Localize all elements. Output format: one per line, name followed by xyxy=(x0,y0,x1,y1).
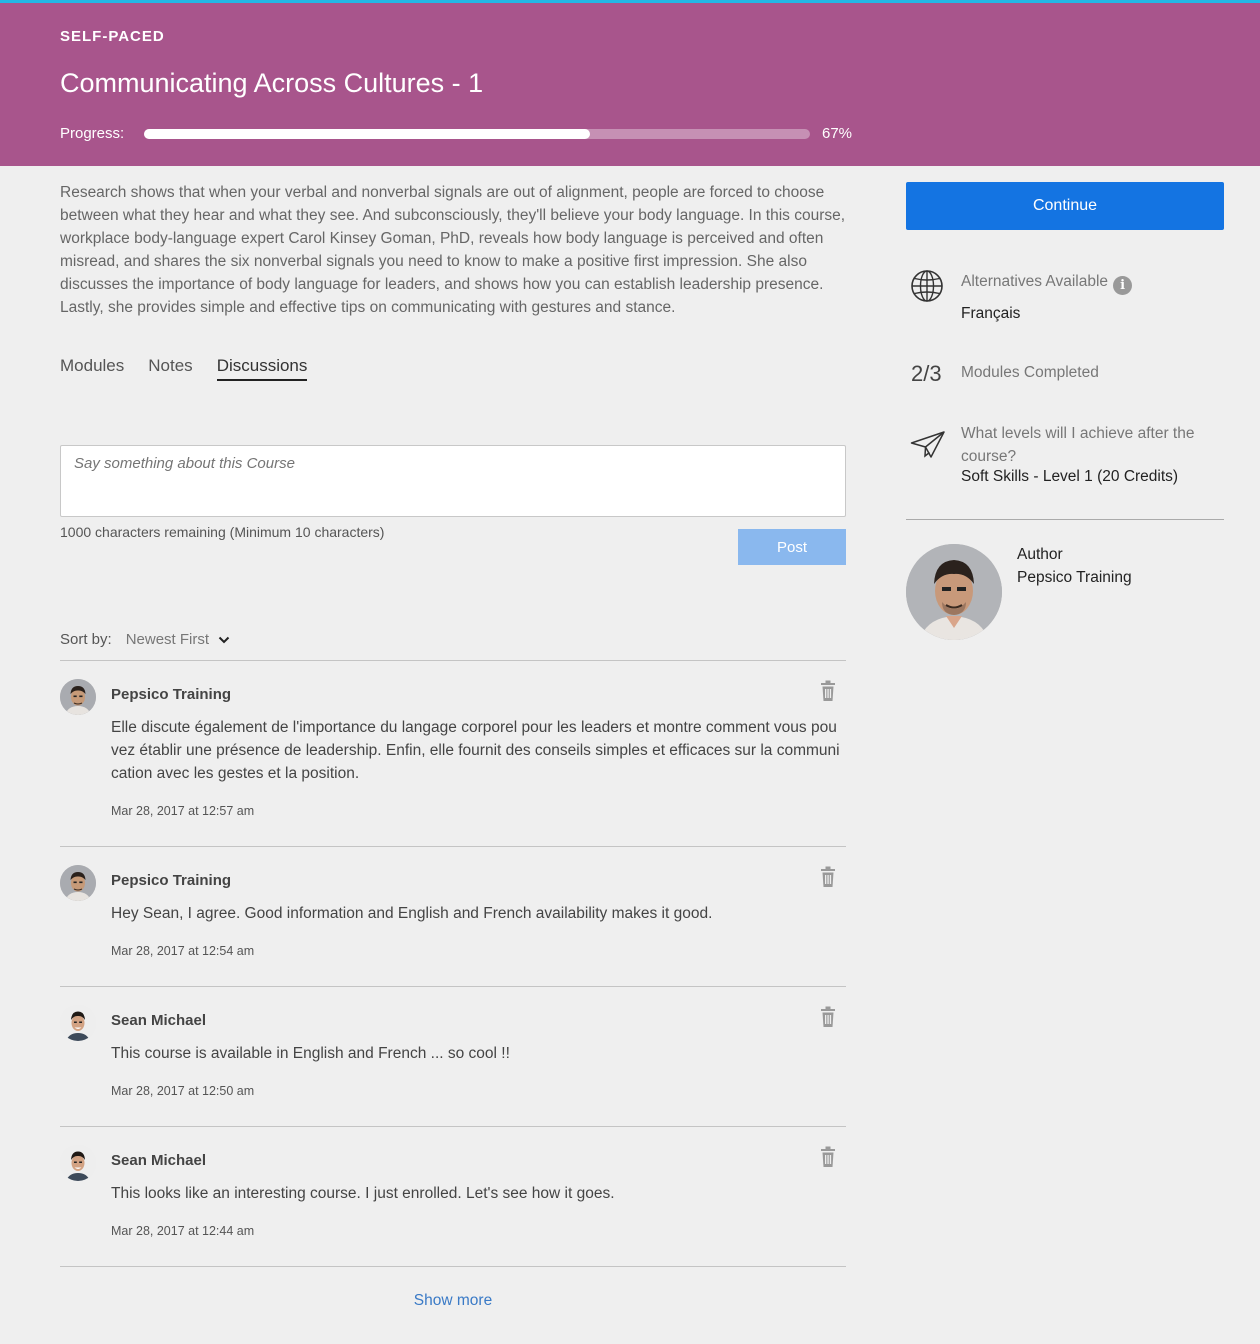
avatar[interactable] xyxy=(60,1145,96,1181)
tab-discussions[interactable]: Discussions xyxy=(216,356,308,381)
comment-divider xyxy=(60,986,846,987)
info-icon[interactable]: i xyxy=(1113,276,1133,295)
comment-timestamp: Mar 28, 2017 at 12:44 am xyxy=(111,1224,255,1238)
character-counter: 1000 characters remaining (Minimum 10 ch… xyxy=(60,524,384,540)
course-description: Research shows that when your verbal and… xyxy=(60,184,846,316)
comment-item: Sean Michael This looks like an interest… xyxy=(60,1145,846,1255)
sidebar-divider xyxy=(906,519,1224,520)
continue-button[interactable]: Continue xyxy=(906,182,1224,230)
comment-author[interactable]: Pepsico Training xyxy=(111,872,231,889)
comment-text: Hey Sean, I agree. Good information and … xyxy=(111,905,713,922)
show-more-link[interactable]: Show more xyxy=(0,1292,906,1310)
sort-control: Sort by: Newest First xyxy=(60,631,230,648)
tab-modules[interactable]: Modules xyxy=(60,356,124,381)
sean-avatar-icon xyxy=(60,1145,96,1181)
comment-divider xyxy=(60,1266,846,1267)
comment-item: Pepsico Training Elle discute également … xyxy=(60,679,846,829)
comment-divider xyxy=(60,846,846,847)
paper-plane-icon xyxy=(910,431,945,458)
course-type-label: SELF-PACED xyxy=(60,28,165,45)
avatar[interactable] xyxy=(60,1005,96,1041)
characters-remaining: 1000 characters remaining xyxy=(60,524,226,540)
discussion-input[interactable] xyxy=(60,445,846,517)
comment-item: Sean Michael This course is available in… xyxy=(60,1005,846,1115)
progress-label: Progress: xyxy=(60,125,125,142)
progress-percent: 67% xyxy=(822,125,853,142)
author-name[interactable]: Pepsico Training xyxy=(1017,569,1132,587)
comment-author[interactable]: Sean Michael xyxy=(111,1152,206,1169)
levels-value: Soft Skills - Level 1 (20 Credits) xyxy=(961,468,1179,485)
comment-text: Elle discute également de l'importance d… xyxy=(111,719,840,782)
trash-icon[interactable] xyxy=(818,680,838,702)
comment-author[interactable]: Sean Michael xyxy=(111,1012,206,1029)
alternative-language-link[interactable]: Français xyxy=(961,305,1020,323)
sort-value: Newest First xyxy=(125,631,210,648)
comments-top-divider xyxy=(60,660,846,661)
comment-timestamp: Mar 28, 2017 at 12:54 am xyxy=(111,944,255,958)
avatar[interactable] xyxy=(60,865,96,901)
minimum-characters-note: (Minimum 10 characters) xyxy=(229,524,385,540)
author-label: Author xyxy=(1017,546,1063,563)
pepsico-avatar-icon xyxy=(60,865,96,901)
progress-bar-fill xyxy=(144,129,591,139)
pepsico-avatar-icon xyxy=(60,679,96,715)
trash-icon[interactable] xyxy=(818,1006,838,1028)
chevron-down-icon xyxy=(218,636,230,643)
avatar[interactable] xyxy=(60,679,96,715)
trash-icon[interactable] xyxy=(818,1146,838,1168)
alternatives-available: Alternatives Available i xyxy=(961,273,1133,295)
post-button[interactable]: Post xyxy=(738,529,846,565)
sort-dropdown[interactable]: Newest First xyxy=(126,631,230,648)
author-avatar-icon xyxy=(906,544,1002,640)
comment-timestamp: Mar 28, 2017 at 12:57 am xyxy=(111,804,255,818)
tab-notes[interactable]: Notes xyxy=(148,356,192,381)
trash-icon[interactable] xyxy=(818,866,838,888)
modules-completed-label: Modules Completed xyxy=(961,364,1099,381)
levels-question: What levels will I achieve after the cou… xyxy=(961,425,1195,465)
modules-completed-count: 2/3 xyxy=(911,361,942,386)
sort-label: Sort by: xyxy=(60,631,112,648)
globe-icon xyxy=(911,270,943,302)
sean-avatar-icon xyxy=(60,1005,96,1041)
course-tabs: Modules Notes Discussions xyxy=(60,356,308,381)
course-title: Communicating Across Cultures - 1 xyxy=(60,68,484,98)
comment-divider xyxy=(60,1126,846,1127)
alternatives-label: Alternatives Available xyxy=(961,273,1109,290)
comment-text: This looks like an interesting course. I… xyxy=(111,1185,615,1202)
comment-text: This course is available in English and … xyxy=(111,1045,510,1062)
course-header: SELF-PACED Communicating Across Cultures… xyxy=(0,3,1260,166)
author-avatar[interactable] xyxy=(906,544,1002,640)
comment-item: Pepsico Training Hey Sean, I agree. Good… xyxy=(60,865,846,975)
progress-bar xyxy=(144,129,810,139)
comment-author[interactable]: Pepsico Training xyxy=(111,686,231,703)
comment-timestamp: Mar 28, 2017 at 12:50 am xyxy=(111,1084,255,1098)
